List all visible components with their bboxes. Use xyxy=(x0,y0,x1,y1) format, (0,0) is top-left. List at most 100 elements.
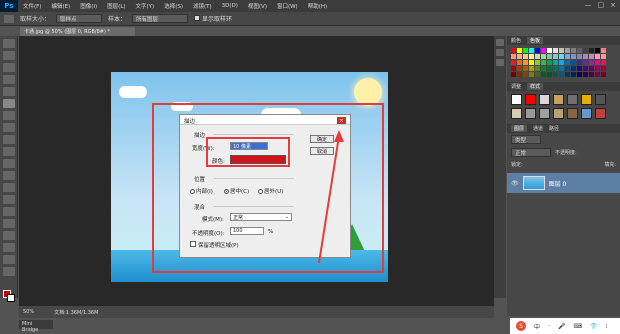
color-swatch[interactable] xyxy=(583,72,588,77)
color-swatch[interactable] xyxy=(571,72,576,77)
color-swatch[interactable] xyxy=(529,66,534,71)
color-swatch[interactable] xyxy=(595,54,600,59)
color-swatch[interactable] xyxy=(589,48,594,53)
color-swatch[interactable] xyxy=(529,54,534,59)
color-swatch[interactable] xyxy=(565,48,570,53)
punctuation-icon[interactable]: · xyxy=(548,323,550,330)
close-icon[interactable]: × xyxy=(337,117,346,124)
color-swatch[interactable] xyxy=(547,66,552,71)
color-swatch[interactable] xyxy=(571,66,576,71)
pen-tool-icon[interactable] xyxy=(2,207,15,216)
color-swatch[interactable] xyxy=(559,48,564,53)
eye-icon[interactable]: 👁 xyxy=(511,180,519,187)
style-swatch[interactable] xyxy=(539,108,550,119)
move-tool-icon[interactable] xyxy=(2,39,15,48)
color-swatch[interactable] xyxy=(535,72,540,77)
color-swatch[interactable] xyxy=(535,54,540,59)
menu-filter[interactable]: 滤镜(T) xyxy=(188,2,217,10)
color-swatch[interactable] xyxy=(547,54,552,59)
color-swatch[interactable] xyxy=(583,54,588,59)
eyedropper-tool-icon[interactable] xyxy=(4,14,14,23)
color-swatch[interactable] xyxy=(523,72,528,77)
color-swatch[interactable] xyxy=(535,66,540,71)
tab-color[interactable]: 颜色 xyxy=(511,37,521,44)
tab-styles[interactable]: 样式 xyxy=(527,83,544,90)
type-tool-icon[interactable] xyxy=(2,219,15,228)
color-swatch[interactable] xyxy=(541,48,546,53)
color-swatch[interactable] xyxy=(541,60,546,65)
tab-swatches[interactable]: 色板 xyxy=(527,37,544,44)
close-window-button[interactable]: × xyxy=(610,1,616,9)
tab-adjustments[interactable]: 调整 xyxy=(511,83,521,90)
opacity-input[interactable]: 100 xyxy=(230,227,264,235)
style-swatch[interactable] xyxy=(553,108,564,119)
color-swatch[interactable] xyxy=(523,66,528,71)
color-swatch[interactable] xyxy=(547,48,552,53)
color-swatch[interactable] xyxy=(595,60,600,65)
styles-grid[interactable] xyxy=(507,91,620,122)
color-swatch[interactable] xyxy=(529,60,534,65)
path-select-tool-icon[interactable] xyxy=(2,231,15,240)
color-swatch[interactable] xyxy=(535,60,540,65)
color-swatch[interactable] xyxy=(577,72,582,77)
color-swatch[interactable] xyxy=(571,60,576,65)
microphone-icon[interactable]: 🎤 xyxy=(558,323,565,330)
style-swatch[interactable] xyxy=(567,94,578,105)
shape-tool-icon[interactable] xyxy=(2,243,15,252)
stamp-tool-icon[interactable] xyxy=(2,135,15,144)
menu-layer[interactable]: 图层(L) xyxy=(102,2,130,10)
history-brush-icon[interactable] xyxy=(2,147,15,156)
menu-edit[interactable]: 编辑(E) xyxy=(46,2,75,10)
input-mode-icon[interactable]: 中 xyxy=(534,322,540,331)
color-swatch[interactable] xyxy=(601,54,606,59)
color-swatch[interactable] xyxy=(601,60,606,65)
color-swatch[interactable] xyxy=(589,72,594,77)
color-swatch[interactable] xyxy=(553,48,558,53)
style-swatch[interactable] xyxy=(539,94,550,105)
layer-kind-dropdown[interactable]: 类型 xyxy=(511,135,541,144)
color-swatch[interactable] xyxy=(541,66,546,71)
mode-dropdown[interactable]: 正常 ⌄ xyxy=(230,213,292,221)
color-swatch[interactable] xyxy=(553,60,558,65)
menu-window[interactable]: 窗口(W) xyxy=(272,2,303,10)
color-swatch[interactable] xyxy=(559,72,564,77)
color-swatch[interactable] xyxy=(565,72,570,77)
color-swatch[interactable] xyxy=(559,54,564,59)
color-swatch[interactable] xyxy=(529,72,534,77)
tab-layers[interactable]: 图层 xyxy=(511,125,528,132)
style-swatch[interactable] xyxy=(525,94,536,105)
blend-mode-dropdown[interactable]: 正常 xyxy=(511,148,551,157)
color-swatch[interactable] xyxy=(583,60,588,65)
color-swatch[interactable] xyxy=(511,54,516,59)
skin-icon[interactable]: 👕 xyxy=(590,323,597,330)
quick-select-tool-icon[interactable] xyxy=(2,75,15,84)
sample-dropdown[interactable]: 所有图层 xyxy=(132,14,189,23)
color-swatch[interactable] xyxy=(571,48,576,53)
color-swatch[interactable] xyxy=(565,54,570,59)
color-swatch[interactable] xyxy=(523,60,528,65)
tab-channels[interactable]: 通道 xyxy=(533,125,543,132)
color-swatch[interactable] xyxy=(601,66,606,71)
marquee-tool-icon[interactable] xyxy=(2,51,15,60)
color-swatch[interactable] xyxy=(571,54,576,59)
style-swatch[interactable] xyxy=(581,94,592,105)
style-swatch[interactable] xyxy=(525,108,536,119)
color-swatch[interactable] xyxy=(577,54,582,59)
healing-tool-icon[interactable] xyxy=(2,111,15,120)
color-swatch[interactable] xyxy=(601,72,606,77)
menu-type[interactable]: 文字(Y) xyxy=(131,2,160,10)
color-swatch[interactable] xyxy=(523,48,528,53)
menu-select[interactable]: 选择(S) xyxy=(159,2,188,10)
style-swatch[interactable] xyxy=(595,94,606,105)
color-swatch[interactable] xyxy=(583,48,588,53)
color-swatch[interactable] xyxy=(595,72,600,77)
position-inside-radio[interactable]: 内部(I) xyxy=(190,187,213,195)
color-swatch[interactable] xyxy=(577,60,582,65)
eyedropper-icon[interactable] xyxy=(2,99,15,108)
more-icon[interactable]: ⁝ xyxy=(606,323,608,330)
color-swatch[interactable] xyxy=(595,66,600,71)
menu-file[interactable]: 文件(F) xyxy=(18,2,46,10)
gradient-tool-icon[interactable] xyxy=(2,171,15,180)
eraser-tool-icon[interactable] xyxy=(2,159,15,168)
dodge-tool-icon[interactable] xyxy=(2,195,15,204)
